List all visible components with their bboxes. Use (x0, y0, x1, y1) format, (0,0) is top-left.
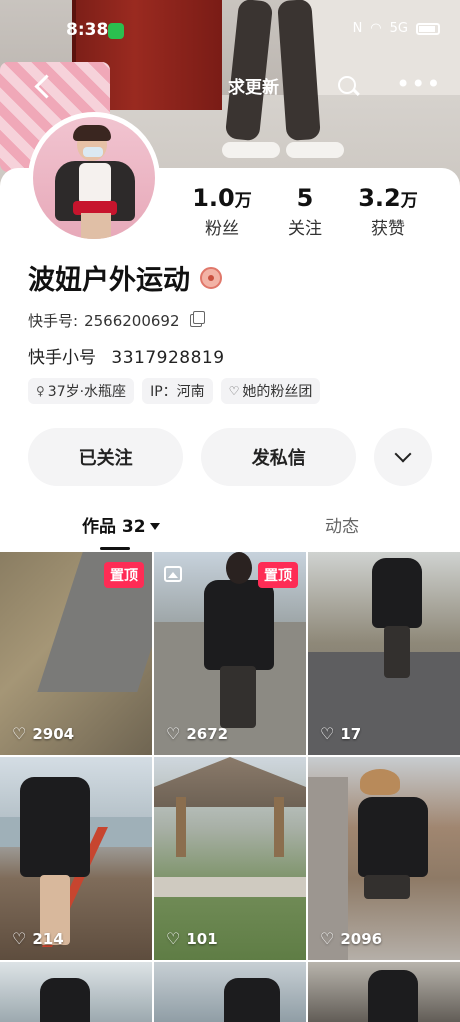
heart-icon: ♡ (320, 724, 335, 743)
expand-more-button[interactable] (374, 428, 432, 486)
stat-label: 粉丝 (205, 219, 239, 239)
like-count: ♡ 2096 (320, 929, 382, 948)
like-count: ♡ 2672 (166, 724, 228, 743)
heart-icon: ♡ (166, 929, 181, 948)
top-nav: 求更新 ••• (0, 64, 460, 108)
heart-icon: ♡ (12, 929, 27, 948)
chevron-down-icon (394, 445, 412, 463)
kuaishou-id-value: 2566200692 (84, 311, 180, 330)
wifi-icon: ◠ (370, 21, 382, 36)
like-count-value: 2096 (340, 929, 383, 948)
video-thumbnail[interactable]: 置顶 ♡ 2672 (154, 552, 306, 755)
video-thumbnail[interactable] (0, 962, 152, 1022)
like-count-value: 101 (186, 929, 218, 948)
stat-label: 关注 (288, 219, 322, 239)
copy-icon[interactable] (189, 311, 205, 327)
video-thumbnail[interactable]: ♡ 2096 (308, 757, 460, 960)
content-tabs: 作品 32 动态 (0, 506, 460, 552)
nfc-icon: N (352, 21, 363, 36)
alt-account-row[interactable]: 快手小号 3317928819 (28, 343, 225, 368)
status-time: 8:38 (66, 20, 109, 40)
video-thumbnail[interactable]: ♡ 101 (154, 757, 306, 960)
like-count-value: 17 (340, 724, 362, 743)
status-icons: N ◠ 5G (353, 21, 440, 36)
dropdown-triangle-icon (149, 523, 160, 530)
fan-group-tag[interactable]: ♡ 她的粉丝团 (220, 378, 321, 404)
pinned-badge: 置顶 (104, 562, 144, 588)
video-thumbnail[interactable]: 置顶 ♡ 2904 (0, 552, 152, 755)
kuaishou-id-label: 快手号: (28, 312, 79, 330)
stat-value: 1.0 (192, 184, 235, 212)
profile-tags: ♀ 37岁·水瓶座 IP：河南 ♡ 她的粉丝团 (28, 378, 321, 404)
back-icon[interactable] (28, 70, 62, 104)
like-count-value: 2672 (186, 724, 229, 743)
like-count: ♡ 2904 (12, 724, 74, 743)
battery-icon (416, 22, 440, 35)
like-count: ♡ 17 (320, 724, 361, 743)
fan-group-tag-label: 她的粉丝团 (242, 384, 313, 400)
like-count: ♡ 214 (12, 929, 64, 948)
pinned-badge: 置顶 (258, 562, 298, 588)
heart-outline-icon: ♡ (228, 384, 240, 398)
tab-works-label: 作品 32 (82, 517, 146, 537)
heart-icon: ♡ (166, 724, 181, 743)
age-tag-label: 37岁·水瓶座 (47, 384, 127, 400)
stat-value: 3.2 (358, 184, 401, 212)
tab-works[interactable]: 作品 32 (82, 512, 160, 537)
active-tab-indicator (100, 547, 130, 550)
followed-button[interactable]: 已关注 (28, 428, 184, 486)
fan-level-badge-icon[interactable] (200, 266, 222, 289)
image-post-icon (164, 566, 182, 582)
stat-likes[interactable]: 3.2万 获赞 (338, 184, 438, 239)
ip-tag-label: IP：河南 (150, 384, 205, 400)
video-thumbnail[interactable]: ♡ 17 (308, 552, 460, 755)
stat-following[interactable]: 5 关注 (272, 184, 338, 239)
profile-actions: 已关注 发私信 (28, 428, 432, 486)
tab-dynamic[interactable]: 动态 (325, 512, 359, 537)
signal-label: 5G (389, 21, 408, 36)
wechat-notification-icon (108, 23, 124, 39)
search-icon[interactable] (336, 74, 360, 98)
kuaishou-id-row: 快手号: 2566200692 (28, 310, 205, 331)
heart-icon: ♡ (320, 929, 335, 948)
like-count-value: 214 (32, 929, 64, 948)
profile-stats: 1.0万 粉丝 5 关注 3.2万 获赞 (172, 184, 452, 239)
stat-unit: 万 (400, 191, 418, 211)
heart-icon: ♡ (12, 724, 27, 743)
works-grid: 置顶 ♡ 2904 置顶 ♡ 2672 ♡ 17 ♡ 214 ♡ 101 ♡ 2096 (0, 552, 460, 1022)
status-bar: 8:38 N ◠ 5G (0, 18, 460, 46)
age-tag: ♀ 37岁·水瓶座 (28, 378, 135, 404)
ip-tag: IP：河南 (142, 378, 213, 404)
video-thumbnail[interactable] (154, 962, 306, 1022)
video-thumbnail[interactable] (308, 962, 460, 1022)
stat-value: 5 (296, 184, 314, 212)
avatar[interactable] (28, 112, 160, 244)
like-count: ♡ 101 (166, 929, 218, 948)
alt-account-label: 快手小号 (28, 348, 96, 368)
profile-name: 波妞户外运动 (28, 265, 190, 296)
gender-female-icon: ♀ (36, 384, 45, 398)
video-thumbnail[interactable]: ♡ 214 (0, 757, 152, 960)
stat-unit: 万 (234, 191, 252, 211)
name-row: 波妞户外运动 (28, 258, 222, 297)
send-message-button[interactable]: 发私信 (201, 428, 357, 486)
more-options-icon[interactable]: ••• (396, 72, 441, 96)
like-count-value: 2904 (32, 724, 75, 743)
alt-account-value: 3317928819 (111, 348, 225, 368)
stat-label: 获赞 (371, 219, 405, 239)
stat-followers[interactable]: 1.0万 粉丝 (172, 184, 272, 239)
request-update-button[interactable]: 求更新 (228, 73, 279, 98)
